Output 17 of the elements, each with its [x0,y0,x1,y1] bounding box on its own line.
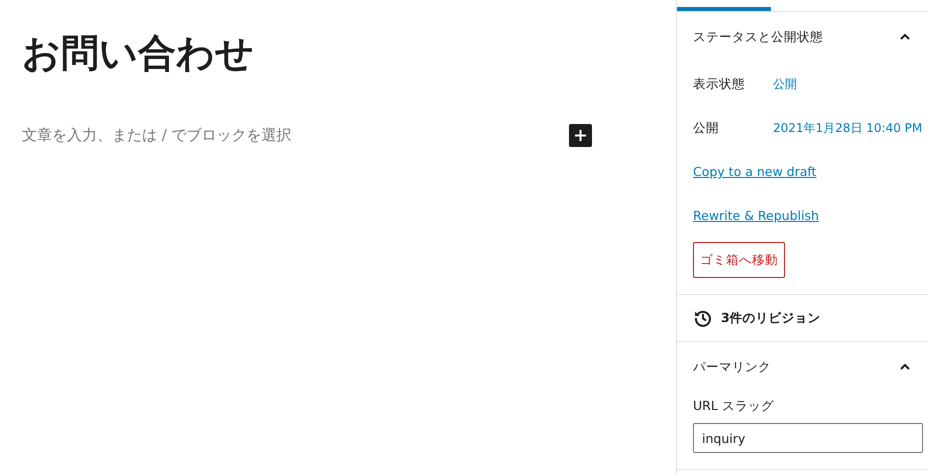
panel-header[interactable]: パーマリンク [693,342,912,392]
action-link[interactable]: Rewrite & Republish [693,194,912,238]
field-value-link[interactable]: 公開 [773,76,797,92]
history-icon [693,308,713,328]
slug-input-field[interactable]: inquiry [693,423,923,453]
plus-icon [574,129,587,142]
trash-button[interactable]: ゴミ箱へ移動 [693,242,785,278]
field-label: 公開 [693,120,720,136]
post-title[interactable]: お問い合わせ [22,28,676,80]
revisions-link[interactable]: 3件のリビジョン [721,310,821,326]
field-label: URL スラッグ [693,398,775,415]
field-label: 表示状態 [693,76,746,92]
field-value-link[interactable]: 2021年1月28日 10:40 PM [773,120,922,136]
action-link[interactable]: Copy to a new draft [693,150,912,194]
block-placeholder[interactable]: 文章を入力、または / でブロックを選択 [22,126,292,145]
panel-header[interactable]: ステータスと公開状態 [693,12,912,62]
add-block-button[interactable] [569,124,592,147]
